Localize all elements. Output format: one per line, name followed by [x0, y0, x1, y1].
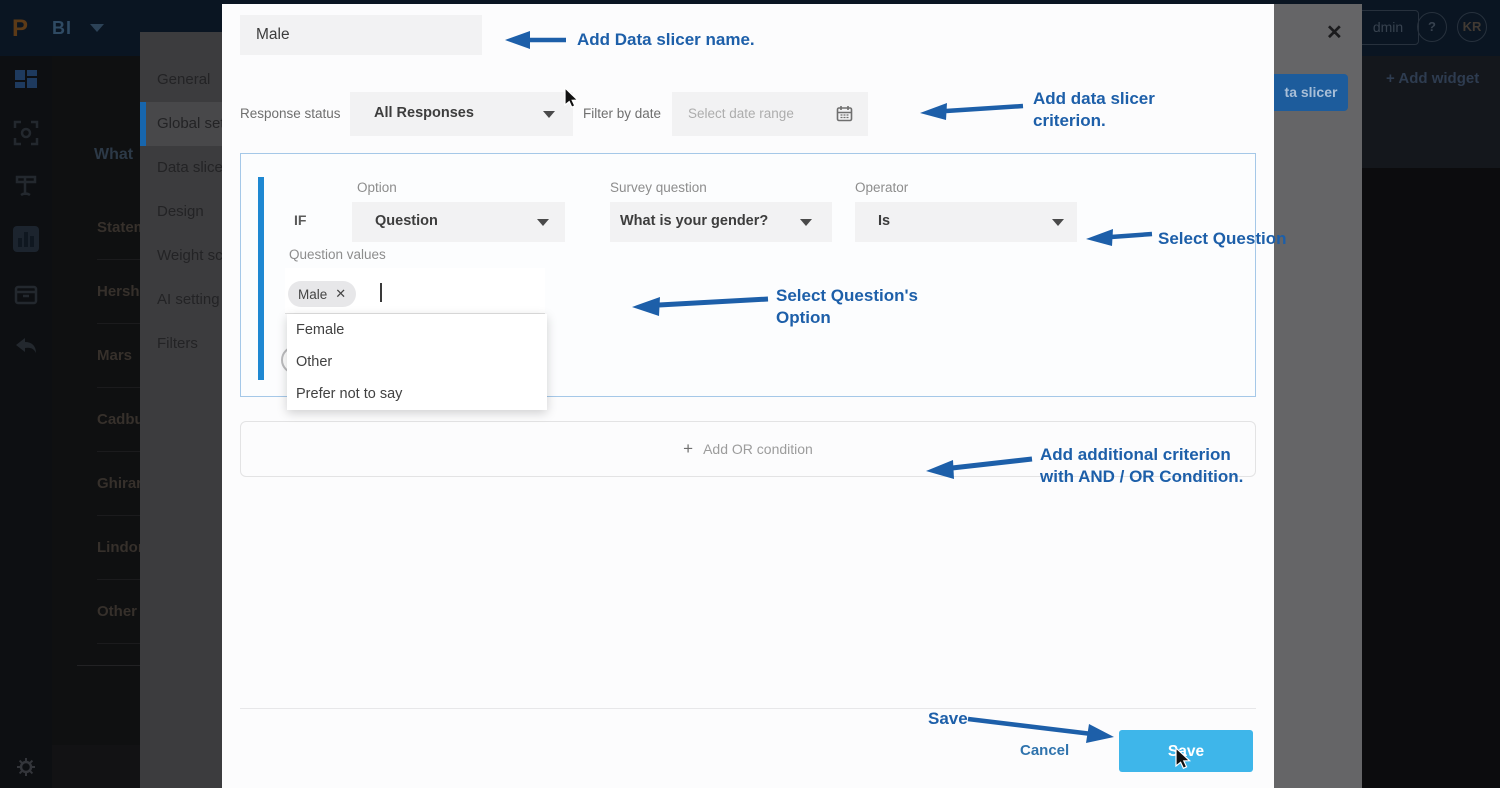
- workspace-chevron-down-icon[interactable]: [90, 24, 104, 32]
- help-icon[interactable]: ?: [1417, 12, 1447, 42]
- box-icon[interactable]: [13, 280, 39, 306]
- settings-drawer: GeneralGlobal setData sliceDesignWeight …: [140, 32, 222, 788]
- settings-menu: GeneralGlobal setData sliceDesignWeight …: [140, 58, 222, 366]
- settings-menu-item[interactable]: Filters: [140, 322, 222, 366]
- footer-divider: [240, 708, 1256, 709]
- chevron-down-icon: [1052, 219, 1064, 226]
- question-list: StatemHersheMarsCadburGhirarLindorOther …: [97, 196, 140, 644]
- value-option-item[interactable]: Prefer not to say: [287, 378, 547, 410]
- avatar[interactable]: KR: [1457, 12, 1487, 42]
- value-chip: Male ✕: [288, 281, 356, 307]
- operator-dropdown[interactable]: Is: [855, 202, 1077, 242]
- settings-menu-item[interactable]: AI setting: [140, 278, 222, 322]
- survey-panel-heading: What: [94, 146, 140, 164]
- close-icon[interactable]: ✕: [1326, 20, 1343, 45]
- question-list-item[interactable]: Mars: [97, 324, 140, 388]
- plus-icon: +: [683, 439, 693, 459]
- settings-menu-item[interactable]: General: [140, 58, 222, 102]
- text-caret: [380, 283, 382, 302]
- option-dropdown[interactable]: Question: [352, 202, 565, 242]
- question-list-item[interactable]: Cadbur: [97, 388, 140, 452]
- chevron-down-icon: [537, 219, 549, 226]
- response-status-value: All Responses: [374, 105, 474, 121]
- option-value: Question: [375, 213, 438, 229]
- add-data-slicer-button[interactable]: ta slicer: [1274, 74, 1348, 111]
- settings-menu-item[interactable]: Data slice: [140, 146, 222, 190]
- criterion-accent-bar: [258, 177, 264, 380]
- chevron-down-icon: [800, 219, 812, 226]
- settings-gear-icon[interactable]: [16, 757, 36, 777]
- annotation-name: Add Data slicer name.: [577, 29, 755, 51]
- annotation-criterion: Add data slicercriterion.: [1033, 88, 1155, 132]
- slicer-name-input[interactable]: Male: [240, 15, 482, 55]
- save-button[interactable]: Save: [1119, 730, 1253, 772]
- question-list-item[interactable]: Statem: [97, 196, 140, 260]
- chart-icon[interactable]: [13, 226, 39, 252]
- add-widget-button[interactable]: + Add widget: [1386, 70, 1479, 87]
- survey-question-dropdown[interactable]: What is your gender?: [610, 202, 832, 242]
- operator-value: Is: [878, 213, 890, 229]
- response-status-label: Response status: [240, 106, 341, 121]
- response-status-dropdown[interactable]: All Responses: [350, 92, 573, 136]
- left-sidebar: [0, 56, 52, 788]
- slicer-name-value: Male: [256, 26, 290, 44]
- admin-button[interactable]: dmin: [1357, 10, 1419, 45]
- cancel-button[interactable]: Cancel: [1020, 742, 1069, 759]
- survey-question-value: What is your gender?: [620, 213, 768, 229]
- annotation-save: Save: [928, 708, 968, 730]
- value-option-item[interactable]: Female: [287, 314, 547, 346]
- value-option-item[interactable]: Other: [287, 346, 547, 378]
- calendar-icon: [836, 105, 853, 122]
- date-range-placeholder: Select date range: [688, 106, 794, 121]
- tab-bar: + Tab: [52, 745, 140, 788]
- operator-label: Operator: [855, 180, 908, 195]
- if-label: IF: [294, 212, 306, 228]
- chevron-down-icon: [543, 111, 555, 118]
- chip-remove-icon[interactable]: ✕: [335, 286, 346, 302]
- annotation-select-option: Select Question'sOption: [776, 285, 918, 329]
- question-list-item[interactable]: Other (: [97, 580, 140, 644]
- question-list-item[interactable]: Hershe: [97, 260, 140, 324]
- scan-icon[interactable]: [13, 120, 39, 146]
- dashboard-icon[interactable]: [13, 68, 39, 94]
- survey-icon[interactable]: [13, 173, 39, 199]
- workspace-name[interactable]: BI: [52, 18, 72, 39]
- annotation-select-question: Select Question: [1158, 228, 1286, 250]
- settings-menu-item[interactable]: Global set: [140, 102, 222, 146]
- app-logo[interactable]: P: [12, 15, 28, 43]
- value-chip-text: Male: [298, 287, 327, 302]
- widget-panel: + Add widget: [1362, 56, 1500, 168]
- annotation-add-or: Add additional criterionwith AND / OR Co…: [1040, 444, 1243, 488]
- reply-icon[interactable]: [13, 333, 39, 359]
- question-list-item[interactable]: Ghirar: [97, 452, 140, 516]
- value-options-dropdown: FemaleOtherPrefer not to say: [287, 314, 547, 410]
- add-or-condition-label: Add OR condition: [703, 441, 813, 457]
- option-label: Option: [357, 180, 397, 195]
- filter-by-date-label: Filter by date: [583, 106, 661, 121]
- question-values-label: Question values: [289, 247, 386, 262]
- survey-question-label: Survey question: [610, 180, 707, 195]
- screen: P BI dmin ? KR ‹ Da What StatemHersheMar…: [0, 0, 1500, 788]
- question-list-item[interactable]: Lindor: [97, 516, 140, 580]
- divider: [77, 665, 140, 666]
- settings-menu-item[interactable]: Design: [140, 190, 222, 234]
- dialog-behind-strip: ✕ ta slicer: [1274, 4, 1362, 788]
- date-range-input[interactable]: Select date range: [672, 92, 868, 136]
- settings-menu-item[interactable]: Weight sc: [140, 234, 222, 278]
